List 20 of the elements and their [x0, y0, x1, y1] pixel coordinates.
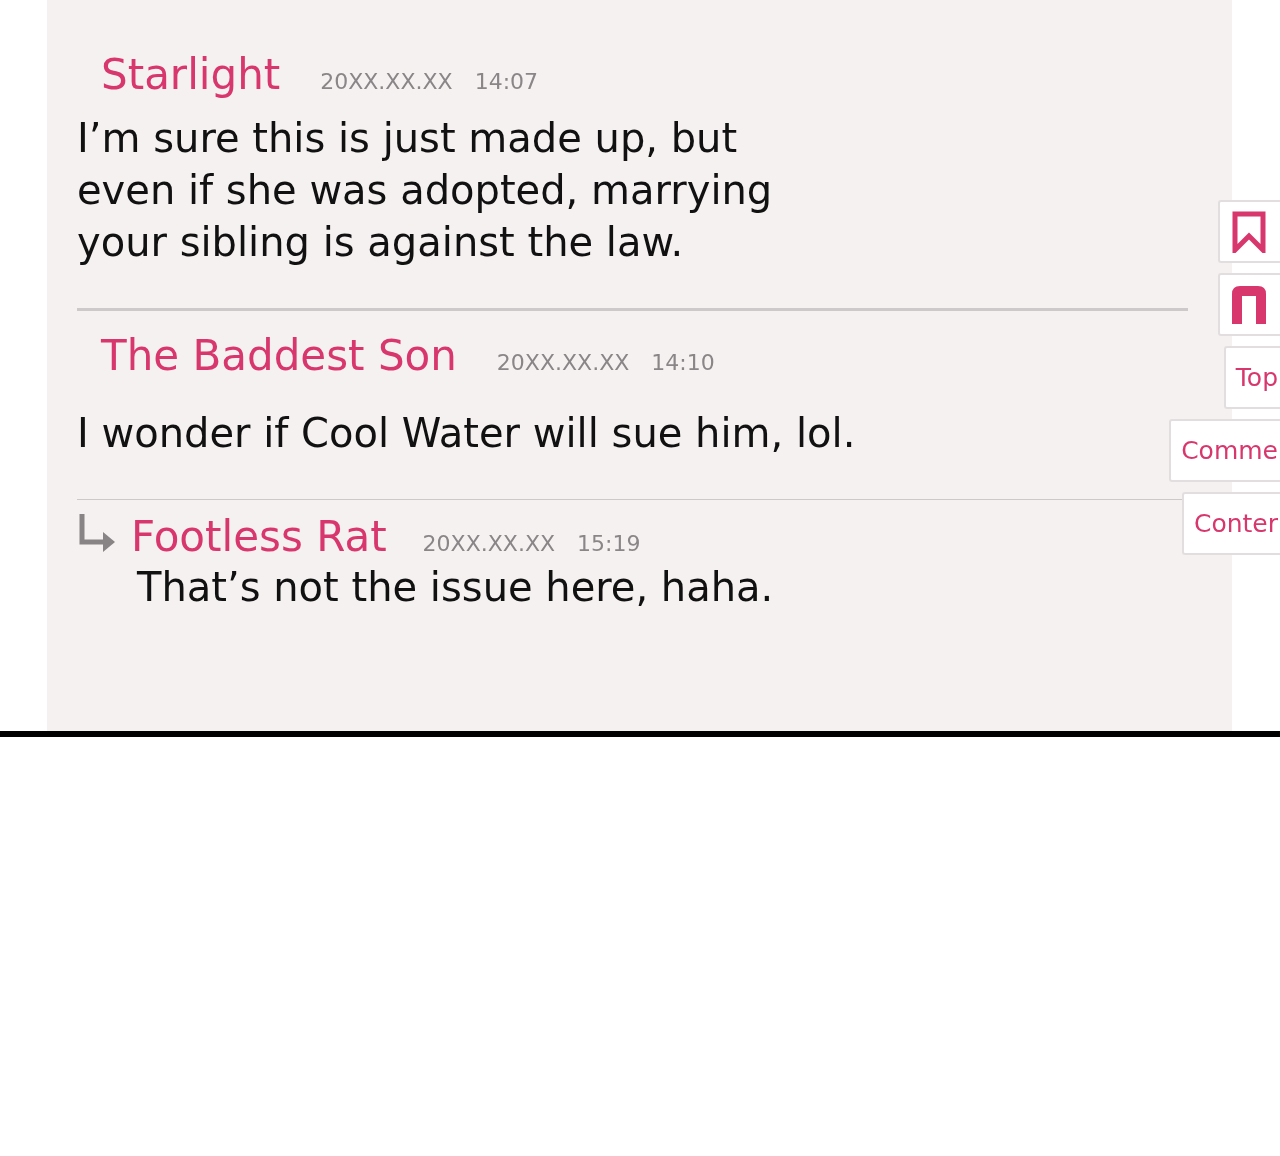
n-logo-icon	[1232, 285, 1266, 324]
comment-date: 20XX.XX.XX	[422, 530, 556, 559]
username[interactable]: The Baddest Son	[101, 333, 457, 380]
comment-date: 20XX.XX.XX	[320, 68, 453, 96]
bookmark-button[interactable]	[1218, 200, 1280, 263]
comment-text: That’s not the issue here, haha.	[137, 562, 774, 612]
username[interactable]: Starlight	[101, 52, 281, 99]
comment-text: I wonder if Cool Water will sue him, lol.	[77, 409, 857, 459]
comment-time: 15:19	[577, 530, 641, 559]
comment-time: 14:10	[651, 349, 715, 378]
comment-date: 20XX.XX.XX	[496, 349, 630, 378]
comment-time: 14:07	[474, 68, 539, 96]
side-link-button[interactable]: Comme	[1169, 419, 1280, 482]
logo-button[interactable]	[1218, 273, 1280, 336]
side-link-button[interactable]: Conter	[1181, 492, 1280, 555]
bookmark-icon	[1232, 210, 1266, 253]
comment-text: I’m sure this is just made up, but even if she was adopted, marrying your sibling is against the law.	[77, 114, 774, 268]
username[interactable]: Footless Rat	[131, 514, 387, 561]
side-link-button[interactable]: Top	[1223, 346, 1280, 409]
reply-arrow-icon	[77, 512, 117, 555]
